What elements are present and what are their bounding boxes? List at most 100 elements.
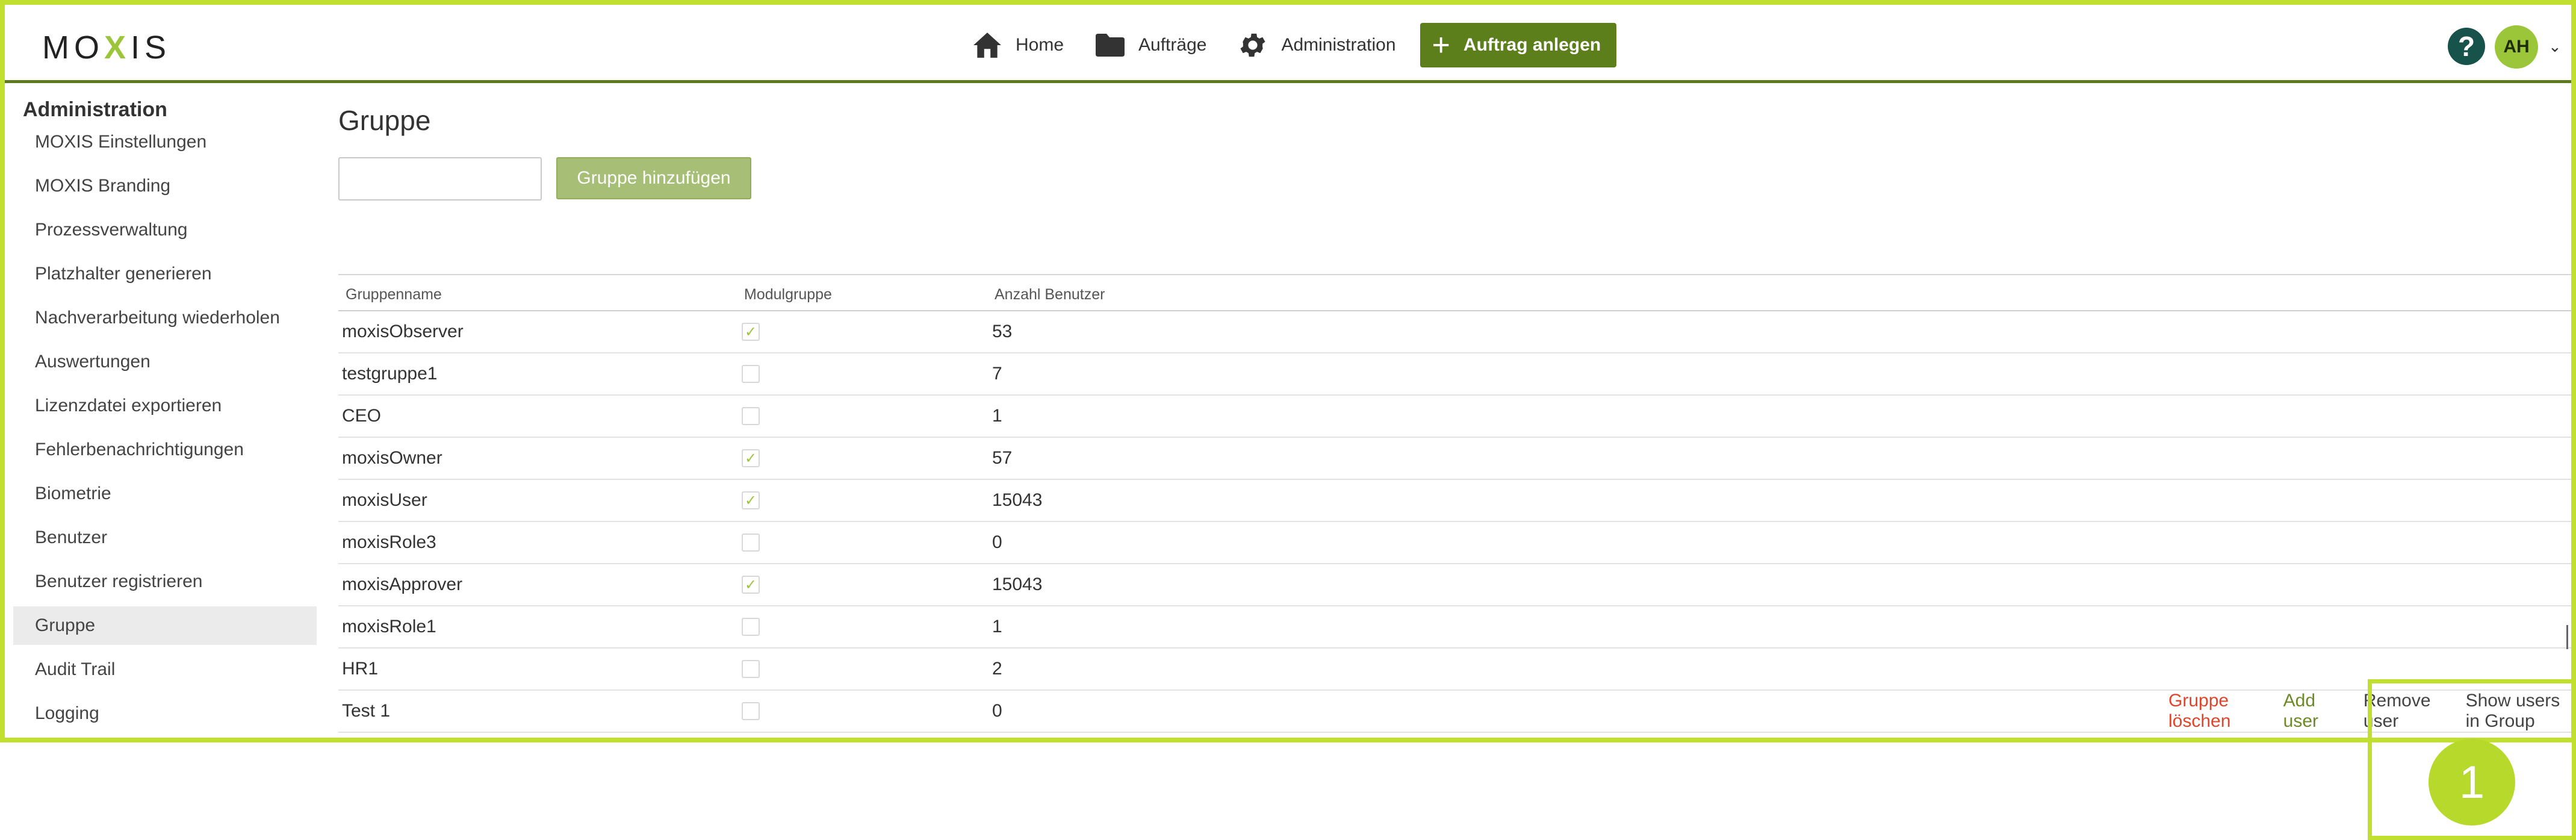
sidebar-item-auswertungen[interactable]: Auswertungen	[13, 343, 317, 381]
user-count-cell: 53	[992, 322, 1013, 341]
sidebar-item-nachverarbeitung[interactable]: Nachverarbeitung wiederholen	[13, 299, 317, 337]
user-count-cell: 7	[992, 364, 1002, 384]
table-row[interactable]: moxisApprover ✓ 15043	[338, 564, 2571, 606]
user-count-cell: 0	[992, 532, 1002, 552]
sidebar-title: Administration	[23, 98, 167, 121]
user-count-cell: 1	[992, 406, 1002, 426]
avatar[interactable]: AH	[2495, 25, 2538, 69]
create-order-button[interactable]: + Auftrag anlegen	[1420, 23, 1617, 67]
chevron-down-icon[interactable]: ⌄	[2548, 37, 2562, 56]
scrollbar[interactable]	[2566, 86, 2571, 738]
table-row[interactable]: HR1 2	[338, 649, 2571, 691]
nav-auftraege-label: Aufträge	[1138, 35, 1207, 55]
user-count-cell: 57	[992, 448, 1013, 468]
sidebar-item-logging[interactable]: Logging	[13, 694, 317, 733]
main-content: Gruppe Gruppe hinzufügen Gruppenname Mod…	[337, 86, 2571, 738]
logo-x-mark: X	[104, 30, 131, 66]
help-icon[interactable]: ?	[2448, 28, 2485, 65]
sidebar-item-gruppe[interactable]: Gruppe	[13, 606, 317, 645]
checkbox-unchecked	[742, 618, 760, 636]
table-row[interactable]: moxisRole3 0	[338, 522, 2571, 564]
nav-administration-label: Administration	[1281, 35, 1396, 55]
table-row[interactable]: moxisUser ✓ 15043	[338, 480, 2571, 522]
header-modulgruppe[interactable]: Modulgruppe	[744, 286, 832, 303]
top-navigation: Home Aufträge Administration + Auftrag a…	[971, 22, 1617, 69]
home-icon	[971, 29, 1004, 61]
folder-icon	[1094, 29, 1126, 61]
group-name-cell: testgruppe1	[342, 364, 438, 384]
table-row[interactable]: moxisObserver ✓ 53	[338, 311, 2571, 353]
nav-administration[interactable]: Administration	[1237, 22, 1396, 69]
gear-icon	[1237, 29, 1269, 61]
logo-text-left: MO	[42, 30, 104, 66]
nav-home-label: Home	[1016, 35, 1064, 55]
checkbox-unchecked	[742, 365, 760, 383]
add-group-button[interactable]: Gruppe hinzufügen	[556, 157, 751, 199]
group-name-cell: moxisObserver	[342, 322, 464, 341]
delete-group-button[interactable]: Gruppe löschen	[2168, 691, 2249, 732]
user-count-cell: 0	[992, 701, 1002, 721]
table-row[interactable]: Test 1 0 Gruppe löschen Add user Remove user…	[338, 691, 2571, 733]
user-count-cell: 1	[992, 617, 1002, 636]
group-name-cell: Test 1	[342, 701, 391, 721]
module-group-cell: ✓	[742, 438, 760, 479]
module-group-cell: ✓	[742, 564, 760, 605]
page-title: Gruppe	[338, 105, 431, 136]
user-count-cell: 2	[992, 659, 1002, 679]
group-name-cell: moxisRole1	[342, 617, 436, 636]
sidebar-item-benutzer-registrieren[interactable]: Benutzer registrieren	[13, 562, 317, 601]
table-header: Gruppenname Modulgruppe Anzahl Benutzer	[338, 275, 2571, 311]
module-group-cell	[742, 353, 760, 394]
add-user-button[interactable]: Add user	[2283, 691, 2329, 732]
nav-auftraege[interactable]: Aufträge	[1094, 22, 1206, 69]
logo-text-right: IS	[131, 30, 172, 66]
checkbox-checked: ✓	[742, 449, 760, 467]
checkbox-unchecked	[742, 702, 760, 720]
checkbox-checked: ✓	[742, 491, 760, 509]
create-order-label: Auftrag anlegen	[1463, 35, 1601, 55]
group-name-cell: CEO	[342, 406, 382, 426]
sidebar-item-fehlerbenachrichtigungen[interactable]: Fehlerbenachrichtigungen	[13, 431, 317, 469]
sidebar-item-lizenzdatei[interactable]: Lizenzdatei exportieren	[13, 387, 317, 425]
plus-icon: +	[1432, 28, 1450, 63]
checkbox-unchecked	[742, 407, 760, 425]
module-group-cell	[742, 522, 760, 563]
checkbox-checked: ✓	[742, 576, 760, 594]
top-header: MOXIS Home Aufträge Administration + Auf…	[5, 5, 2571, 83]
annotation-marker: 1	[2429, 739, 2515, 826]
group-name-cell: moxisOwner	[342, 448, 442, 468]
group-name-input[interactable]	[338, 157, 542, 201]
moxis-logo[interactable]: MOXIS	[42, 29, 171, 66]
table-row[interactable]: testgruppe1 7	[338, 353, 2571, 396]
module-group-cell: ✓	[742, 480, 760, 521]
checkbox-checked: ✓	[742, 323, 760, 341]
group-name-cell: moxisApprover	[342, 574, 463, 594]
table-row[interactable]: moxisOwner ✓ 57	[338, 438, 2571, 480]
module-group-cell	[742, 396, 760, 437]
sidebar-item-prozessverwaltung[interactable]: Prozessverwaltung	[13, 211, 317, 249]
sidebar-item-moxis-branding[interactable]: MOXIS Branding	[13, 167, 317, 205]
module-group-cell	[742, 649, 760, 689]
module-group-cell	[742, 691, 760, 732]
module-group-cell: ✓	[742, 311, 760, 352]
sidebar-item-moxis-einstellungen[interactable]: MOXIS Einstellungen	[13, 123, 317, 161]
header-anzahl-benutzer[interactable]: Anzahl Benutzer	[995, 286, 1105, 303]
module-group-cell	[742, 606, 760, 647]
groups-table: Gruppenname Modulgruppe Anzahl Benutzer …	[338, 274, 2571, 733]
checkbox-unchecked	[742, 660, 760, 678]
header-gruppenname[interactable]: Gruppenname	[346, 286, 442, 303]
table-row[interactable]: CEO 1	[338, 396, 2571, 438]
scrollbar-thumb[interactable]	[2566, 625, 2568, 649]
group-name-cell: moxisUser	[342, 490, 427, 510]
sidebar-item-platzhalter-generieren[interactable]: Platzhalter generieren	[13, 255, 317, 293]
table-row[interactable]: moxisRole1 1	[338, 606, 2571, 649]
admin-sidebar: Administration MOXIS Einstellungen MOXIS…	[5, 86, 318, 738]
group-name-cell: moxisRole3	[342, 532, 436, 552]
sidebar-item-audit-trail[interactable]: Audit Trail	[13, 650, 317, 689]
sidebar-item-biometrie[interactable]: Biometrie	[13, 474, 317, 513]
user-count-cell: 15043	[992, 490, 1043, 510]
sidebar-item-benutzer[interactable]: Benutzer	[13, 518, 317, 557]
nav-home[interactable]: Home	[971, 22, 1064, 69]
checkbox-unchecked	[742, 534, 760, 552]
user-count-cell: 15043	[992, 574, 1043, 594]
